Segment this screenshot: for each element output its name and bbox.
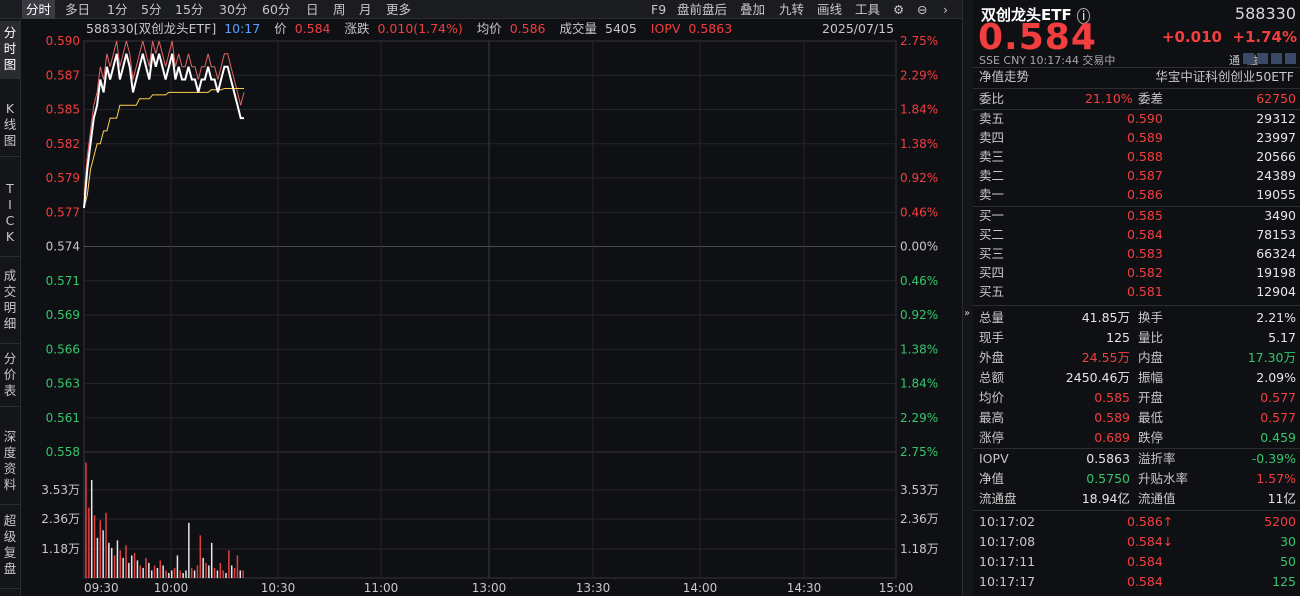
bid-row: 买二 0.584 78153 bbox=[979, 227, 1296, 242]
y-tick-left: 0.558 bbox=[46, 445, 80, 459]
y-tick-right: 2.29% bbox=[900, 68, 938, 82]
bid-row: 买一 0.585 3490 bbox=[979, 208, 1296, 223]
market-meta: SSE CNY 10:17:44 交易中 bbox=[979, 54, 1116, 67]
vol-tick-right: 2.36万 bbox=[900, 512, 939, 526]
y-tick-right: 1.38% bbox=[900, 342, 938, 356]
edit-icon[interactable] bbox=[1257, 53, 1268, 64]
stat-row: 总量 41.85万 换手 2.21% bbox=[979, 310, 1296, 325]
y-tick-left: 0.561 bbox=[46, 411, 80, 425]
x-tick: 14:00 bbox=[683, 581, 718, 595]
y-tick-left: 0.569 bbox=[46, 308, 80, 322]
y-tick-right: 1.38% bbox=[900, 137, 938, 151]
vol-tick-right: 1.18万 bbox=[900, 542, 939, 556]
y-tick-right: 2.75% bbox=[900, 34, 938, 48]
quote-panel: 双创龙头ETF i 588330 0.584 +0.010 +1.74% SSE… bbox=[973, 0, 1300, 596]
panel-collapse-handle[interactable]: » bbox=[962, 0, 973, 596]
weibi-row: 委比 21.10% 委差 62750 bbox=[979, 91, 1296, 106]
stat-row: 均价 0.585 开盘 0.577 bbox=[979, 390, 1296, 405]
ask-row: 卖五 0.590 29312 bbox=[979, 111, 1296, 126]
y-tick-right: 1.84% bbox=[900, 103, 938, 117]
x-tick: 11:00 bbox=[364, 581, 399, 595]
vol-tick-left: 1.18万 bbox=[41, 542, 80, 556]
x-tick: 10:00 bbox=[154, 581, 189, 595]
y-tick-right: 1.84% bbox=[900, 377, 938, 391]
y-tick-left: 0.582 bbox=[46, 137, 80, 151]
y-tick-left: 0.571 bbox=[46, 274, 80, 288]
y-tick-right: 0.46% bbox=[900, 274, 938, 288]
chart-frame bbox=[83, 40, 897, 579]
stat2-row: 净值 0.5750 升贴水率 1.57% bbox=[979, 471, 1296, 486]
stat-row: 外盘 24.55万 内盘 17.30万 bbox=[979, 350, 1296, 365]
chevron-right-icon: » bbox=[964, 308, 971, 319]
stat2-row: IOPV 0.5863 溢折率 -0.39% bbox=[979, 451, 1296, 466]
tick-row: 10:17:17 0.584 125 bbox=[979, 574, 1296, 589]
vol-tick-left: 2.36万 bbox=[41, 512, 80, 526]
y-tick-right: 2.75% bbox=[900, 445, 938, 459]
toolbar-icons bbox=[1243, 53, 1296, 64]
y-tick-left: 0.579 bbox=[46, 171, 80, 185]
y-tick-left: 0.574 bbox=[46, 240, 80, 254]
tick-row: 10:17:11 0.584 50 bbox=[979, 554, 1296, 569]
intraday-chart[interactable]: 0.590 2.75% 0.587 2.29% 0.585 1.84% 0.582 1.38%… bbox=[0, 0, 962, 596]
y-tick-left: 0.563 bbox=[46, 377, 80, 391]
y-tick-left: 0.585 bbox=[46, 103, 80, 117]
x-tick: 09:30 bbox=[84, 581, 119, 595]
y-tick-right: 0.92% bbox=[900, 308, 938, 322]
bid-row: 买三 0.583 66324 bbox=[979, 246, 1296, 261]
x-tick: 15:00 bbox=[879, 581, 914, 595]
ask-row: 卖四 0.589 23997 bbox=[979, 130, 1296, 145]
tracking-index: 华宝中证科创创业50ETF bbox=[1155, 69, 1294, 84]
ask-row: 卖一 0.586 19055 bbox=[979, 187, 1296, 202]
price-change: +0.010 +1.74% bbox=[1161, 28, 1297, 46]
y-tick-left: 0.577 bbox=[46, 205, 80, 219]
stat-row: 涨停 0.689 跌停 0.459 bbox=[979, 430, 1296, 445]
price-line-2 bbox=[83, 40, 245, 196]
y-tick-left: 0.590 bbox=[46, 34, 80, 48]
y-tick-left: 0.587 bbox=[46, 68, 80, 82]
x-tick: 13:30 bbox=[576, 581, 611, 595]
price-line-0 bbox=[83, 53, 244, 209]
more-icon[interactable] bbox=[1285, 53, 1296, 64]
pencil-icon[interactable] bbox=[1243, 53, 1254, 64]
nav-row[interactable]: 净值走势 华宝中证科创创业50ETF bbox=[973, 67, 1300, 87]
vol-tick-right: 3.53万 bbox=[900, 483, 939, 497]
x-tick: 14:30 bbox=[787, 581, 822, 595]
security-code: 588330 bbox=[1234, 4, 1296, 23]
ask-row: 卖二 0.587 24389 bbox=[979, 168, 1296, 183]
stat-row: 最高 0.589 最低 0.577 bbox=[979, 410, 1296, 425]
stat2-row: 流通盘 18.94亿 流通值 11亿 bbox=[979, 491, 1296, 506]
price-line-1 bbox=[83, 88, 244, 209]
ask-row: 卖三 0.588 20566 bbox=[979, 149, 1296, 164]
vol-tick-left: 3.53万 bbox=[41, 483, 80, 497]
y-tick-right: 2.29% bbox=[900, 411, 938, 425]
bid-row: 买四 0.582 19198 bbox=[979, 265, 1296, 280]
y-tick-right: 0.46% bbox=[900, 205, 938, 219]
stat-row: 总额 2450.46万 振幅 2.09% bbox=[979, 370, 1296, 385]
stat-row: 现手 125 量比 5.17 bbox=[979, 330, 1296, 345]
tick-row: 10:17:02 0.586↑ 5200 bbox=[979, 514, 1296, 529]
y-tick-right: 0.00% bbox=[900, 240, 938, 254]
nav-trend-link[interactable]: 净值走势 bbox=[979, 67, 1029, 87]
link-icon[interactable] bbox=[1271, 53, 1282, 64]
x-tick: 13:00 bbox=[472, 581, 507, 595]
x-tick: 10:30 bbox=[261, 581, 296, 595]
tick-row: 10:17:08 0.584↓ 30 bbox=[979, 534, 1296, 549]
bid-row: 买五 0.581 12904 bbox=[979, 284, 1296, 299]
y-tick-right: 0.92% bbox=[900, 171, 938, 185]
y-tick-left: 0.566 bbox=[46, 342, 80, 356]
